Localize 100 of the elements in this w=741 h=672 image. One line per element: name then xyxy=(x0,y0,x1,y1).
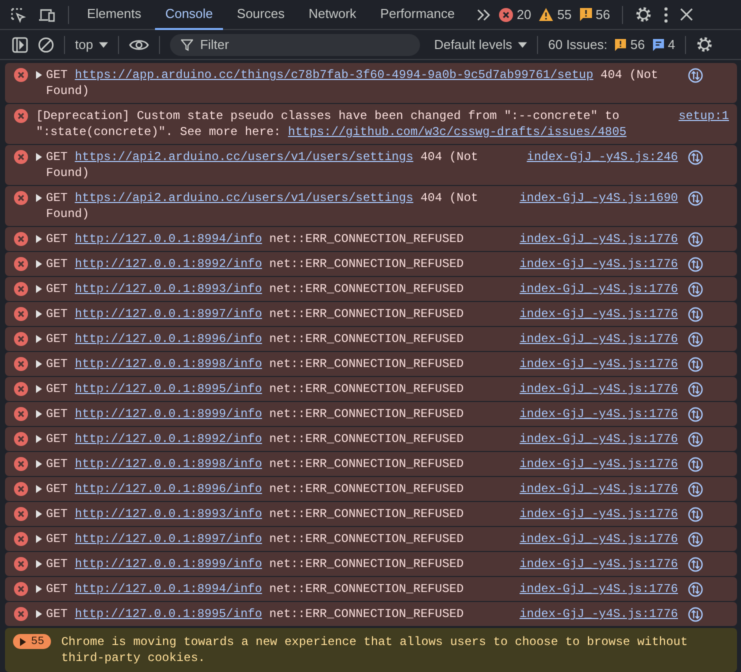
source-link[interactable]: index-GjJ_-y4S.js:1776 xyxy=(520,281,678,297)
expand-triangle-icon[interactable] xyxy=(36,610,42,618)
message-link[interactable]: http://127.0.0.1:8993/info xyxy=(74,282,262,296)
expand-triangle-icon[interactable] xyxy=(36,385,42,393)
expand-triangle-icon[interactable] xyxy=(36,260,42,268)
expand-triangle-icon[interactable] xyxy=(36,510,42,518)
source-link[interactable]: index-GjJ_-y4S.js:1776 xyxy=(520,456,678,472)
expand-triangle-icon[interactable] xyxy=(20,638,26,646)
network-request-icon[interactable] xyxy=(688,607,703,622)
source-link[interactable]: index-GjJ_-y4S.js:1776 xyxy=(520,331,678,347)
message-link[interactable]: http://127.0.0.1:8997/info xyxy=(74,307,262,321)
source-link[interactable]: index-GjJ_-y4S.js:246 xyxy=(526,149,678,165)
clear-console-icon[interactable] xyxy=(38,36,54,52)
network-request-icon[interactable] xyxy=(688,282,703,297)
count-label[interactable]: 4 xyxy=(668,37,676,52)
expand-triangle-icon[interactable] xyxy=(36,335,42,343)
count-label[interactable]: 20 xyxy=(516,7,532,22)
count-label[interactable]: 55 xyxy=(557,7,572,22)
network-request-icon[interactable] xyxy=(688,557,703,572)
source-link[interactable]: index-GjJ_-y4S.js:1776 xyxy=(520,481,678,497)
device-toolbar-icon[interactable] xyxy=(38,6,56,22)
source-link[interactable]: index-GjJ_-y4S.js:1776 xyxy=(520,256,678,272)
network-request-icon[interactable] xyxy=(688,532,703,547)
expand-triangle-icon[interactable] xyxy=(36,560,42,568)
source-link[interactable]: index-GjJ_-y4S.js:1776 xyxy=(520,556,678,572)
message-link[interactable]: https://api2.arduino.cc/users/v1/users/settings xyxy=(74,150,414,164)
expand-triangle-icon[interactable] xyxy=(36,153,42,161)
expand-triangle-icon[interactable] xyxy=(36,460,42,468)
message-link[interactable]: http://127.0.0.1:8995/info xyxy=(74,607,262,621)
expand-triangle-icon[interactable] xyxy=(36,435,42,443)
message-link[interactable]: http://127.0.0.1:8998/info xyxy=(74,357,262,371)
source-link[interactable]: index-GjJ_-y4S.js:1690 xyxy=(520,190,678,206)
message-link[interactable]: http://127.0.0.1:8999/info xyxy=(74,407,262,421)
network-request-icon[interactable] xyxy=(688,68,703,83)
source-link[interactable]: index-GjJ_-y4S.js:1776 xyxy=(520,581,678,597)
panel-tab[interactable]: Elements xyxy=(77,0,152,30)
count-label[interactable]: 56 xyxy=(630,37,645,52)
network-request-icon[interactable] xyxy=(688,457,703,472)
panel-tab[interactable]: Network xyxy=(298,0,366,30)
message-link[interactable]: http://127.0.0.1:8994/info xyxy=(74,232,262,246)
message-link[interactable]: http://127.0.0.1:8992/info xyxy=(74,257,262,271)
network-request-icon[interactable] xyxy=(688,257,703,272)
message-link[interactable]: https://api2.arduino.cc/users/v1/users/settings xyxy=(74,191,414,205)
source-link[interactable]: index-GjJ_-y4S.js:1776 xyxy=(520,356,678,372)
source-link[interactable]: index-GjJ_-y4S.js:1776 xyxy=(520,381,678,397)
message-link[interactable]: http://127.0.0.1:8994/info xyxy=(74,582,262,596)
more-options-icon[interactable] xyxy=(664,6,668,22)
message-link[interactable]: http://127.0.0.1:8992/info xyxy=(74,432,262,446)
network-request-icon[interactable] xyxy=(688,507,703,522)
expand-triangle-icon[interactable] xyxy=(36,410,42,418)
context-dropdown[interactable]: top xyxy=(75,37,108,52)
log-levels-dropdown[interactable]: Default levels xyxy=(434,37,528,52)
filter-field[interactable]: Filter xyxy=(170,34,420,56)
settings-icon[interactable] xyxy=(635,6,652,23)
expand-triangle-icon[interactable] xyxy=(36,535,42,543)
message-link[interactable]: http://127.0.0.1:8996/info xyxy=(74,482,262,496)
panel-tab[interactable]: Sources xyxy=(226,0,295,30)
expand-triangle-icon[interactable] xyxy=(36,71,42,79)
source-link[interactable]: index-GjJ_-y4S.js:1776 xyxy=(520,606,678,622)
expand-triangle-icon[interactable] xyxy=(36,235,42,243)
close-icon[interactable] xyxy=(680,8,694,21)
network-request-icon[interactable] xyxy=(688,582,703,597)
network-request-icon[interactable] xyxy=(688,191,703,206)
network-request-icon[interactable] xyxy=(688,232,703,247)
more-tabs-chevron-icon[interactable] xyxy=(476,8,491,20)
message-link[interactable]: http://127.0.0.1:8997/info xyxy=(74,532,262,546)
network-request-icon[interactable] xyxy=(688,307,703,322)
eye-icon[interactable] xyxy=(129,38,150,52)
source-link[interactable]: index-GjJ_-y4S.js:1776 xyxy=(520,306,678,322)
network-request-icon[interactable] xyxy=(688,482,703,497)
source-link[interactable]: index-GjJ_-y4S.js:1776 xyxy=(520,531,678,547)
expand-triangle-icon[interactable] xyxy=(36,285,42,293)
network-request-icon[interactable] xyxy=(688,332,703,347)
message-link[interactable]: http://127.0.0.1:8996/info xyxy=(74,332,262,346)
source-link[interactable]: index-GjJ_-y4S.js:1776 xyxy=(520,406,678,422)
count-label[interactable]: 56 xyxy=(596,7,610,22)
network-request-icon[interactable] xyxy=(688,407,703,422)
message-link[interactable]: https://app.arduino.cc/things/c78b7fab-3f60-4994-9a0b-9c5d7ab99761/setup xyxy=(74,68,594,82)
message-link[interactable]: https://github.com/w3c/csswg-drafts/issues/4805 xyxy=(288,125,627,139)
source-link[interactable]: index-GjJ_-y4S.js:1776 xyxy=(520,231,678,247)
message-link[interactable]: http://127.0.0.1:8993/info xyxy=(74,507,262,521)
source-link[interactable]: index-GjJ_-y4S.js:1776 xyxy=(520,431,678,447)
network-request-icon[interactable] xyxy=(688,150,703,165)
network-request-icon[interactable] xyxy=(688,432,703,447)
message-link[interactable]: http://127.0.0.1:8998/info xyxy=(74,457,262,471)
expand-triangle-icon[interactable] xyxy=(36,585,42,593)
sidebar-toggle-icon[interactable] xyxy=(12,36,28,52)
network-request-icon[interactable] xyxy=(688,382,703,397)
source-link[interactable]: setup:1 xyxy=(678,108,729,124)
repeat-count-badge[interactable]: 55 xyxy=(13,634,52,649)
network-request-icon[interactable] xyxy=(688,357,703,372)
expand-triangle-icon[interactable] xyxy=(36,485,42,493)
expand-triangle-icon[interactable] xyxy=(36,194,42,202)
panel-tab[interactable]: Performance xyxy=(370,0,465,30)
message-link[interactable]: http://127.0.0.1:8995/info xyxy=(74,382,262,396)
settings-icon[interactable] xyxy=(696,36,714,53)
issues-label[interactable]: 60 Issues: xyxy=(548,37,608,52)
message-link[interactable]: http://127.0.0.1:8999/info xyxy=(74,557,262,571)
source-link[interactable]: index-GjJ_-y4S.js:1776 xyxy=(520,506,678,522)
expand-triangle-icon[interactable] xyxy=(36,310,42,318)
